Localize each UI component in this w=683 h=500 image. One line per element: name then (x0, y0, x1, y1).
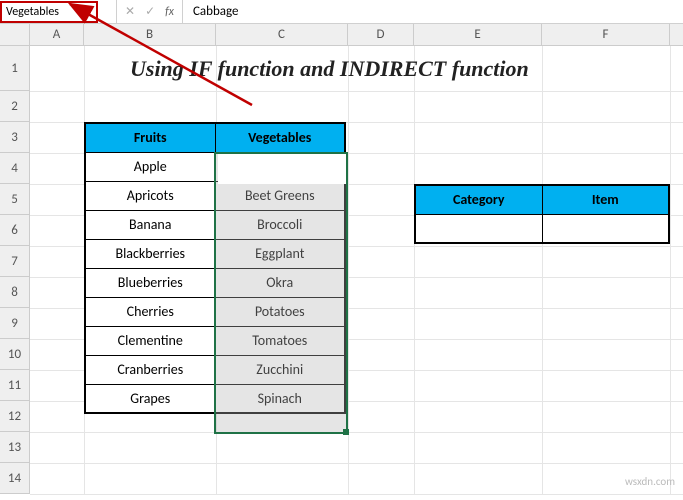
row-header-7[interactable]: 7 (0, 246, 30, 277)
header-category[interactable]: Category (415, 185, 542, 214)
cell-fruit[interactable]: Banana (85, 210, 215, 239)
table-header-row: Category Item (415, 185, 669, 214)
cell-fruit[interactable]: Apricots (85, 181, 215, 210)
table-row: Blueberries Okra (85, 268, 345, 297)
row-header-1[interactable]: 1 (0, 46, 30, 91)
row-header-6[interactable]: 6 (0, 215, 30, 246)
cell-veg[interactable]: Zucchini (215, 355, 345, 384)
cell-fruit[interactable]: Apple (85, 152, 215, 181)
row-header-12[interactable]: 12 (0, 401, 30, 432)
col-header-D[interactable]: D (348, 24, 414, 45)
cell-fruit[interactable]: Blueberries (85, 268, 215, 297)
header-fruits[interactable]: Fruits (85, 123, 215, 152)
row-header-4[interactable]: 4 (0, 153, 30, 184)
cell-veg[interactable]: Eggplant (215, 239, 345, 268)
table-row: Apricots Beet Greens (85, 181, 345, 210)
row-header-2[interactable]: 2 (0, 91, 30, 122)
side-table: Category Item (414, 184, 670, 244)
row-header-8[interactable]: 8 (0, 277, 30, 308)
name-box-value: Vegetables (6, 5, 59, 19)
data-table: Fruits Vegetables Apple Cabbage Apricots… (84, 122, 346, 414)
cell-category[interactable] (415, 214, 542, 243)
col-header-C[interactable]: C (216, 24, 348, 45)
table-row: Apple Cabbage (85, 152, 345, 181)
cell-veg[interactable]: Okra (215, 268, 345, 297)
table-row: Banana Broccoli (85, 210, 345, 239)
cell-veg[interactable]: Cabbage (215, 152, 345, 181)
page-title: Using IF function and INDIRECT function (130, 56, 529, 82)
cell-fruit[interactable]: Cherries (85, 297, 215, 326)
watermark: wsxdn.com (625, 475, 675, 488)
cell-fruit[interactable]: Grapes (85, 384, 215, 413)
table-row: Blackberries Eggplant (85, 239, 345, 268)
dropdown-arrow-icon[interactable]: ▼ (84, 7, 92, 17)
cancel-icon: ✕ (125, 4, 135, 19)
row-header-9[interactable]: 9 (0, 308, 30, 339)
select-all-corner[interactable] (0, 24, 30, 45)
table-row: Clementine Tomatoes (85, 326, 345, 355)
cell-fruit[interactable]: Blackberries (85, 239, 215, 268)
table-row: Cherries Potatoes (85, 297, 345, 326)
table-row: Cranberries Zucchini (85, 355, 345, 384)
header-vegetables[interactable]: Vegetables (215, 123, 345, 152)
cell-veg[interactable]: Beet Greens (215, 181, 345, 210)
cell-item[interactable] (542, 214, 669, 243)
row-headers: 1 2 3 4 5 6 7 8 9 10 11 12 13 14 (0, 46, 30, 494)
col-header-F[interactable]: F (542, 24, 670, 45)
header-item[interactable]: Item (542, 185, 669, 214)
row-header-10[interactable]: 10 (0, 339, 30, 370)
cell-veg[interactable]: Potatoes (215, 297, 345, 326)
cell-veg[interactable]: Tomatoes (215, 326, 345, 355)
fx-icon[interactable]: fx (165, 5, 174, 19)
cell-fruit[interactable]: Clementine (85, 326, 215, 355)
table-row: Grapes Spinach (85, 384, 345, 413)
row-header-13[interactable]: 13 (0, 432, 30, 463)
col-header-E[interactable]: E (414, 24, 542, 45)
cells-area[interactable]: Using IF function and INDIRECT function … (30, 46, 683, 494)
formula-controls: ✕ ✓ fx (116, 0, 183, 23)
cell-veg[interactable]: Spinach (215, 384, 345, 413)
row-header-3[interactable]: 3 (0, 122, 30, 153)
confirm-icon: ✓ (145, 4, 155, 19)
table-row (415, 214, 669, 243)
formula-bar: Vegetables ▼ ✕ ✓ fx Cabbage (0, 0, 683, 24)
row-header-14[interactable]: 14 (0, 463, 30, 494)
row-header-11[interactable]: 11 (0, 370, 30, 401)
row-header-5[interactable]: 5 (0, 184, 30, 215)
column-headers: A B C D E F (0, 24, 683, 46)
col-header-A[interactable]: A (30, 24, 84, 45)
cell-veg[interactable]: Broccoli (215, 210, 345, 239)
table-header-row: Fruits Vegetables (85, 123, 345, 152)
col-header-B[interactable]: B (84, 24, 216, 45)
name-box[interactable]: Vegetables ▼ (0, 1, 98, 23)
formula-input[interactable]: Cabbage (183, 4, 239, 19)
cell-fruit[interactable]: Cranberries (85, 355, 215, 384)
